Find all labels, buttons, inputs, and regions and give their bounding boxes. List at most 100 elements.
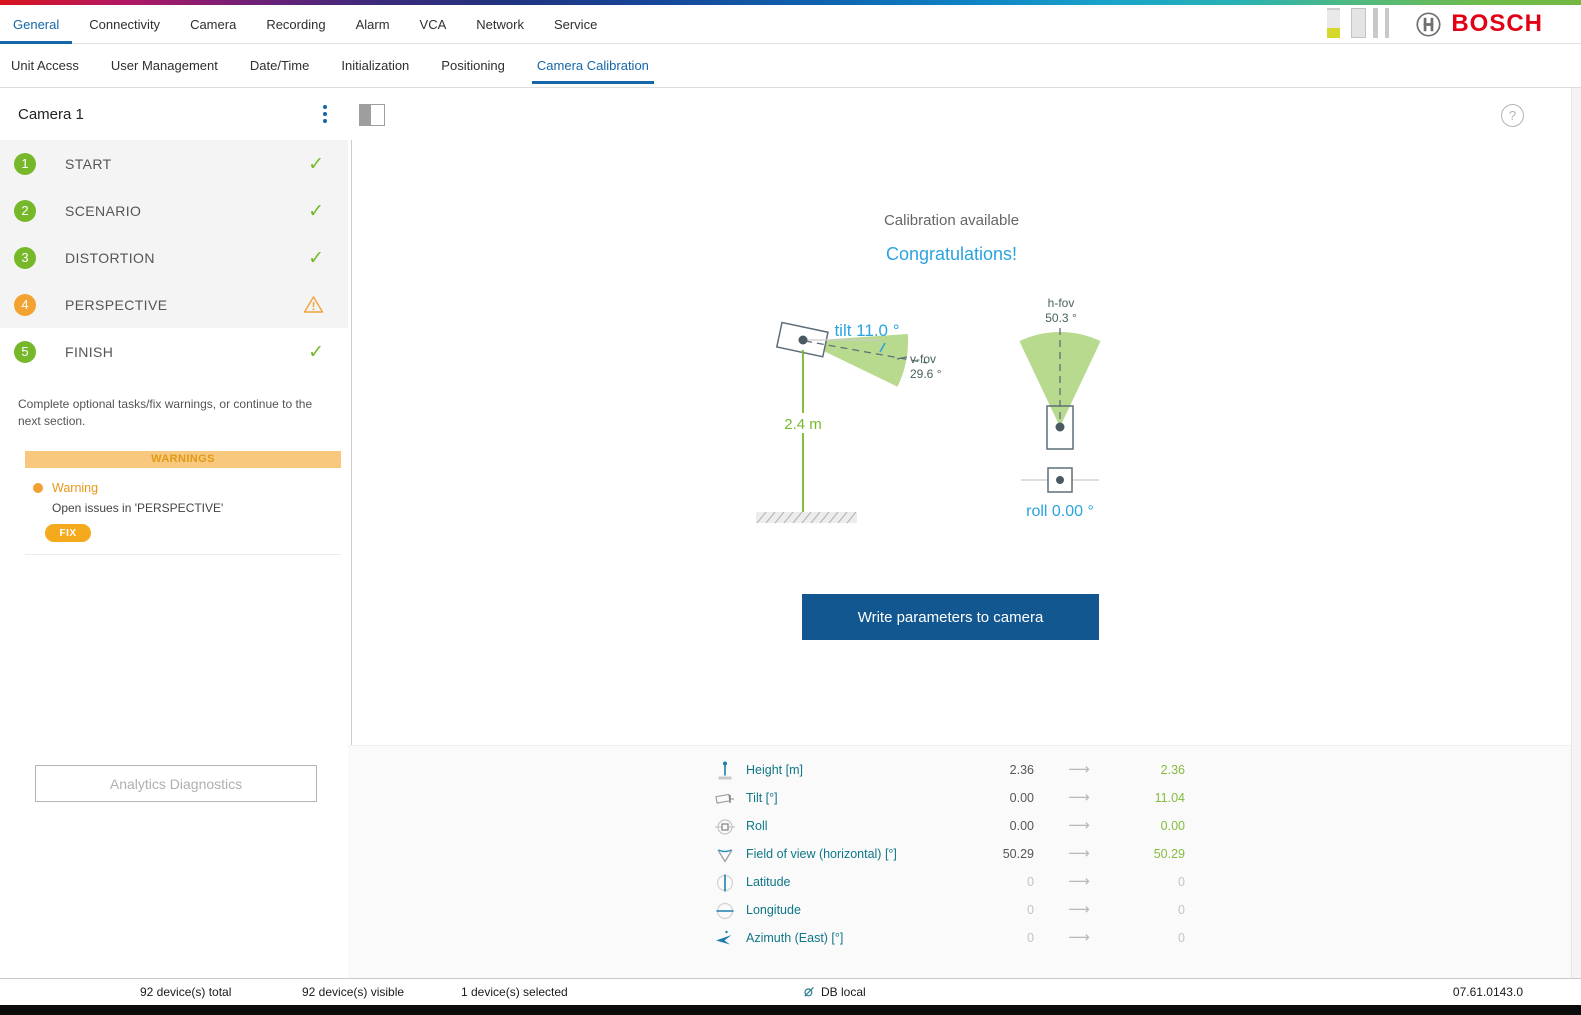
db-label: DB local [821,985,866,999]
step-label: PERSPECTIVE [65,297,303,313]
step-number-badge: 3 [14,247,36,269]
azimuth-icon [713,928,737,950]
finish-note: Complete optional tasks/fix warnings, or… [0,375,348,431]
calibration-main: ? Calibration available Congratulations!… [348,88,1581,978]
calibration-headings: Calibration available Congratulations! [348,88,1581,265]
tab-unit-access[interactable]: Unit Access [0,44,90,87]
tab-initialization[interactable]: Initialization [330,44,420,87]
warning-dot-icon [33,483,43,493]
warning-title: Warning [52,481,98,495]
tab-service[interactable]: Service [541,5,610,43]
param-row-latitude: Latitude 0 ⟶ 0 [348,869,1581,897]
param-new-value: 0 [1090,875,1185,889]
tab-date-time[interactable]: Date/Time [239,44,320,87]
tab-camera[interactable]: Camera [177,5,249,43]
devices-total: 92 device(s) total [140,985,231,999]
usage-meter-icon [1373,8,1378,38]
bosch-brand: BOSCH [1415,5,1581,43]
camera-top-dot [1056,423,1065,432]
param-new-value: 0 [1090,931,1185,945]
roll-value-label: roll 0.00 ° [1026,503,1094,520]
collapse-panel-icon[interactable] [359,104,385,126]
warning-text: Open issues in 'PERSPECTIVE' [52,501,341,515]
step-number-badge: 5 [14,341,36,363]
divider [25,554,341,555]
tab-network[interactable]: Network [463,5,537,43]
tab-connectivity[interactable]: Connectivity [76,5,173,43]
tab-positioning[interactable]: Positioning [430,44,516,87]
param-old-value: 50.29 [954,847,1034,861]
step-label: DISTORTION [65,250,308,266]
param-new-value: 2.36 [1090,763,1185,777]
camera-title: Camera 1 [18,106,316,123]
camera-pivot-dot [799,336,808,345]
step-distortion[interactable]: 3 DISTORTION ✓ [0,234,348,281]
calibration-status-text: Calibration available [348,212,1555,229]
check-icon: ✓ [308,200,324,222]
fov-icon [713,844,737,866]
step-finish[interactable]: 5 FINISH ✓ [0,328,348,375]
param-new-value: 11.04 [1090,791,1185,805]
step-number-badge: 1 [14,153,36,175]
tab-recording[interactable]: Recording [253,5,338,43]
usage-meter-icon [1351,8,1366,38]
param-label: Tilt [°] [746,791,778,805]
param-old-value: 0.00 [954,819,1034,833]
hfov-value: 50.3 ° [1045,311,1077,325]
vfov-label: v-fov [910,352,936,366]
param-row-fov: Field of view (horizontal) [°] 50.29 ⟶ 5… [348,841,1581,869]
congratulations-text: Congratulations! [348,244,1555,265]
param-old-value: 2.36 [954,763,1034,777]
resource-meters [1327,8,1389,43]
bosch-logo-text: BOSCH [1451,10,1543,38]
param-label: Height [m] [746,763,803,777]
param-label: Azimuth (East) [°] [746,931,843,945]
kebab-menu-icon[interactable] [316,101,334,127]
step-start[interactable]: 1 START ✓ [0,140,348,187]
parameter-table: Height [m] 2.36 ⟶ 2.36 Tilt [°] 0.00 ⟶ 1… [348,745,1581,978]
step-perspective[interactable]: 4 PERSPECTIVE [0,281,348,328]
vfov-value: 29.6 ° [910,367,942,381]
param-old-value: 0.00 [954,791,1034,805]
check-icon: ✓ [308,153,324,175]
db-connection-icon [803,986,815,998]
step-scenario[interactable]: 2 SCENARIO ✓ [0,187,348,234]
check-icon: ✓ [308,247,324,269]
tab-camera-calibration[interactable]: Camera Calibration [526,44,660,87]
longitude-icon [713,900,737,922]
calibration-diagram: tilt 11.0 ° v-fov 29.6 ° 2.4 m h-fov 50.… [699,287,1199,549]
step-number-badge: 2 [14,200,36,222]
step-number-badge: 4 [14,294,36,316]
step-label: FINISH [65,344,308,360]
param-row-roll: Roll 0.00 ⟶ 0.00 [348,813,1581,841]
tab-general[interactable]: General [0,5,72,43]
usage-meter-icon [1385,8,1389,38]
param-row-azimuth: Azimuth (East) [°] 0 ⟶ 0 [348,925,1581,953]
write-parameters-button[interactable]: Write parameters to camera [802,594,1099,640]
tab-alarm[interactable]: Alarm [343,5,403,43]
step-label: SCENARIO [65,203,308,219]
param-new-value: 50.29 [1090,847,1185,861]
param-row-longitude: Longitude 0 ⟶ 0 [348,897,1581,925]
height-icon [713,760,737,782]
app-version: 07.61.0143.0 [1453,985,1523,999]
fix-button[interactable]: FIX [45,524,91,542]
warning-item: Warning [33,481,341,495]
param-row-tilt: Tilt [°] 0.00 ⟶ 11.04 [348,785,1581,813]
analytics-diagnostics-button[interactable]: Analytics Diagnostics [35,765,317,802]
param-old-value: 0 [954,903,1034,917]
roll-dot [1056,476,1064,484]
help-icon[interactable]: ? [1501,104,1524,127]
param-label: Latitude [746,875,790,889]
usage-meter-icon [1327,8,1340,38]
nav-spacer [614,5,1327,43]
param-label: Field of view (horizontal) [°] [746,847,897,861]
tab-vca[interactable]: VCA [407,5,460,43]
param-old-value: 0 [954,931,1034,945]
param-label: Longitude [746,903,801,917]
warnings-header: WARNINGS [25,451,341,468]
tab-user-management[interactable]: User Management [100,44,229,87]
devices-visible: 92 device(s) visible [302,985,404,999]
warnings-panel: WARNINGS Warning Open issues in 'PERSPEC… [25,451,341,555]
height-value-label: 2.4 m [784,416,822,433]
